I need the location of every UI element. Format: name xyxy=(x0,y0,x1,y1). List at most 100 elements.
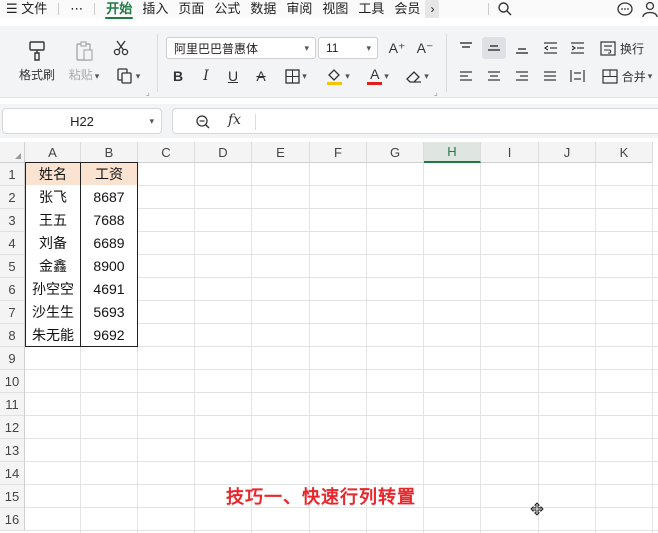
row-header-10[interactable]: 10 xyxy=(0,370,25,393)
table-cell[interactable]: 8687 xyxy=(81,185,138,209)
column-header-f[interactable]: F xyxy=(310,142,367,163)
chevron-right-icon[interactable]: › xyxy=(425,0,440,18)
align-center-button[interactable] xyxy=(483,65,505,87)
font-size-select[interactable]: 11 ▾ xyxy=(318,37,378,59)
tab-formula[interactable]: 公式 xyxy=(209,0,245,18)
clear-format-button[interactable]: ▾ xyxy=(401,65,433,87)
row-header-16[interactable]: 16 xyxy=(0,508,25,531)
tab-insert[interactable]: 插入 xyxy=(137,0,173,18)
tab-view[interactable]: 视图 xyxy=(317,0,353,18)
increase-indent-button[interactable] xyxy=(566,37,588,59)
font-color-button[interactable]: A ▾ xyxy=(362,65,394,87)
tab-tools[interactable]: 工具 xyxy=(353,0,389,18)
row-header-8[interactable]: 8 xyxy=(0,324,25,347)
eraser-icon xyxy=(406,70,422,83)
table-cell[interactable]: 8900 xyxy=(81,254,138,278)
underline-button[interactable]: U xyxy=(223,65,243,87)
spreadsheet-grid[interactable]: A B C D E F G H I J K 1 2 3 4 5 6 7 8 9 10 11 12 13 14 15 16 姓名 工资 张飞… xyxy=(0,142,658,533)
italic-button[interactable]: I xyxy=(196,65,216,87)
tab-data[interactable]: 数据 xyxy=(245,0,281,18)
row-header-6[interactable]: 6 xyxy=(0,278,25,301)
row-header-12[interactable]: 12 xyxy=(0,416,25,439)
gridline-horizontal xyxy=(25,415,658,416)
bold-button[interactable]: B xyxy=(168,65,188,87)
column-header-c[interactable]: C xyxy=(138,142,195,163)
column-header-g[interactable]: G xyxy=(367,142,424,163)
borders-button[interactable]: ▾ xyxy=(280,65,312,87)
merge-label: 合并 xyxy=(621,69,646,84)
caption-text: 技巧一、快速行列转置 xyxy=(226,487,416,507)
user-icon[interactable] xyxy=(640,1,658,17)
column-header-h[interactable]: H xyxy=(424,142,481,163)
column-header-i[interactable]: I xyxy=(481,142,539,163)
table-cell[interactable]: 4691 xyxy=(81,277,138,301)
copy-icon xyxy=(117,68,132,84)
name-box[interactable]: H22 ▾ xyxy=(2,108,162,134)
fill-color-button[interactable]: ▾ xyxy=(322,65,354,87)
column-header-b[interactable]: B xyxy=(81,142,138,163)
table-cell[interactable]: 金鑫 xyxy=(25,254,81,278)
column-header-a[interactable]: A xyxy=(25,142,81,163)
chat-icon[interactable] xyxy=(616,1,634,17)
tab-review[interactable]: 审阅 xyxy=(281,0,317,18)
select-all-corner[interactable] xyxy=(0,142,25,163)
copy-button[interactable]: ▾ xyxy=(110,64,146,88)
formula-input[interactable]: fx xyxy=(172,108,658,134)
align-bottom-button[interactable] xyxy=(511,37,533,59)
align-top-button[interactable] xyxy=(455,37,477,59)
row-header-9[interactable]: 9 xyxy=(0,347,25,370)
wrap-text-button[interactable]: 换行 xyxy=(598,37,646,59)
column-header-j[interactable]: J xyxy=(539,142,596,163)
paste-button[interactable]: 粘贴 ▾ xyxy=(62,36,106,86)
row-header-14[interactable]: 14 xyxy=(0,462,25,485)
more-icon[interactable]: ⋯ xyxy=(65,0,88,18)
row-header-15[interactable]: 15 xyxy=(0,485,25,508)
row-header-2[interactable]: 2 xyxy=(0,186,25,209)
table-header-cell[interactable]: 姓名 xyxy=(25,162,81,186)
column-header-k[interactable]: K xyxy=(596,142,653,163)
align-right-button[interactable] xyxy=(511,65,533,87)
align-left-button[interactable] xyxy=(455,65,477,87)
table-cell[interactable]: 6689 xyxy=(81,231,138,255)
merge-cells-button[interactable]: 合并 ▾ xyxy=(598,65,656,87)
align-middle-button[interactable] xyxy=(482,37,506,59)
table-cell[interactable]: 朱无能 xyxy=(25,323,81,347)
table-cell[interactable]: 刘备 xyxy=(25,231,81,255)
font-name-select[interactable]: 阿里巴巴普惠体 ▾ xyxy=(166,37,316,59)
column-header-e[interactable]: E xyxy=(252,142,310,163)
function-icon[interactable]: fx xyxy=(228,112,241,128)
row-header-7[interactable]: 7 xyxy=(0,301,25,324)
table-cell[interactable]: 王五 xyxy=(25,208,81,232)
table-cell[interactable]: 5693 xyxy=(81,300,138,324)
row-header-3[interactable]: 3 xyxy=(0,209,25,232)
strikethrough-button[interactable]: A xyxy=(251,65,271,87)
tab-home[interactable]: 开始 xyxy=(101,0,137,19)
shrink-font-button[interactable]: A⁻ xyxy=(414,37,436,59)
distributed-align-button[interactable] xyxy=(566,65,588,87)
decrease-indent-button[interactable] xyxy=(539,37,561,59)
table-cell[interactable]: 张飞 xyxy=(25,185,81,209)
grow-font-button[interactable]: A⁺ xyxy=(386,37,408,59)
table-cell[interactable]: 沙生生 xyxy=(25,300,81,324)
row-header-1[interactable]: 1 xyxy=(0,163,25,186)
table-header-cell[interactable]: 工资 xyxy=(81,162,138,186)
justify-button[interactable] xyxy=(539,65,561,87)
row-header-13[interactable]: 13 xyxy=(0,439,25,462)
row-header-5[interactable]: 5 xyxy=(0,255,25,278)
cut-button[interactable] xyxy=(108,36,134,60)
dialog-launcher-icon[interactable]: ⌟ xyxy=(146,88,150,97)
dialog-launcher-icon[interactable]: ⌟ xyxy=(434,88,438,97)
row-header-4[interactable]: 4 xyxy=(0,232,25,255)
row-header-11[interactable]: 11 xyxy=(0,393,25,416)
tab-page[interactable]: 页面 xyxy=(173,0,209,18)
account-area xyxy=(616,0,658,18)
tab-member[interactable]: 会员 xyxy=(389,0,425,18)
menu-file[interactable]: ☰ 文件 xyxy=(0,0,52,18)
table-cell[interactable]: 孙空空 xyxy=(25,277,81,301)
column-header-d[interactable]: D xyxy=(195,142,252,163)
table-cell[interactable]: 7688 xyxy=(81,208,138,232)
zoom-icon[interactable] xyxy=(195,114,211,130)
search-icon[interactable] xyxy=(497,1,513,17)
format-painter-button[interactable]: 格式刷 xyxy=(10,36,64,86)
table-cell[interactable]: 9692 xyxy=(81,323,138,347)
